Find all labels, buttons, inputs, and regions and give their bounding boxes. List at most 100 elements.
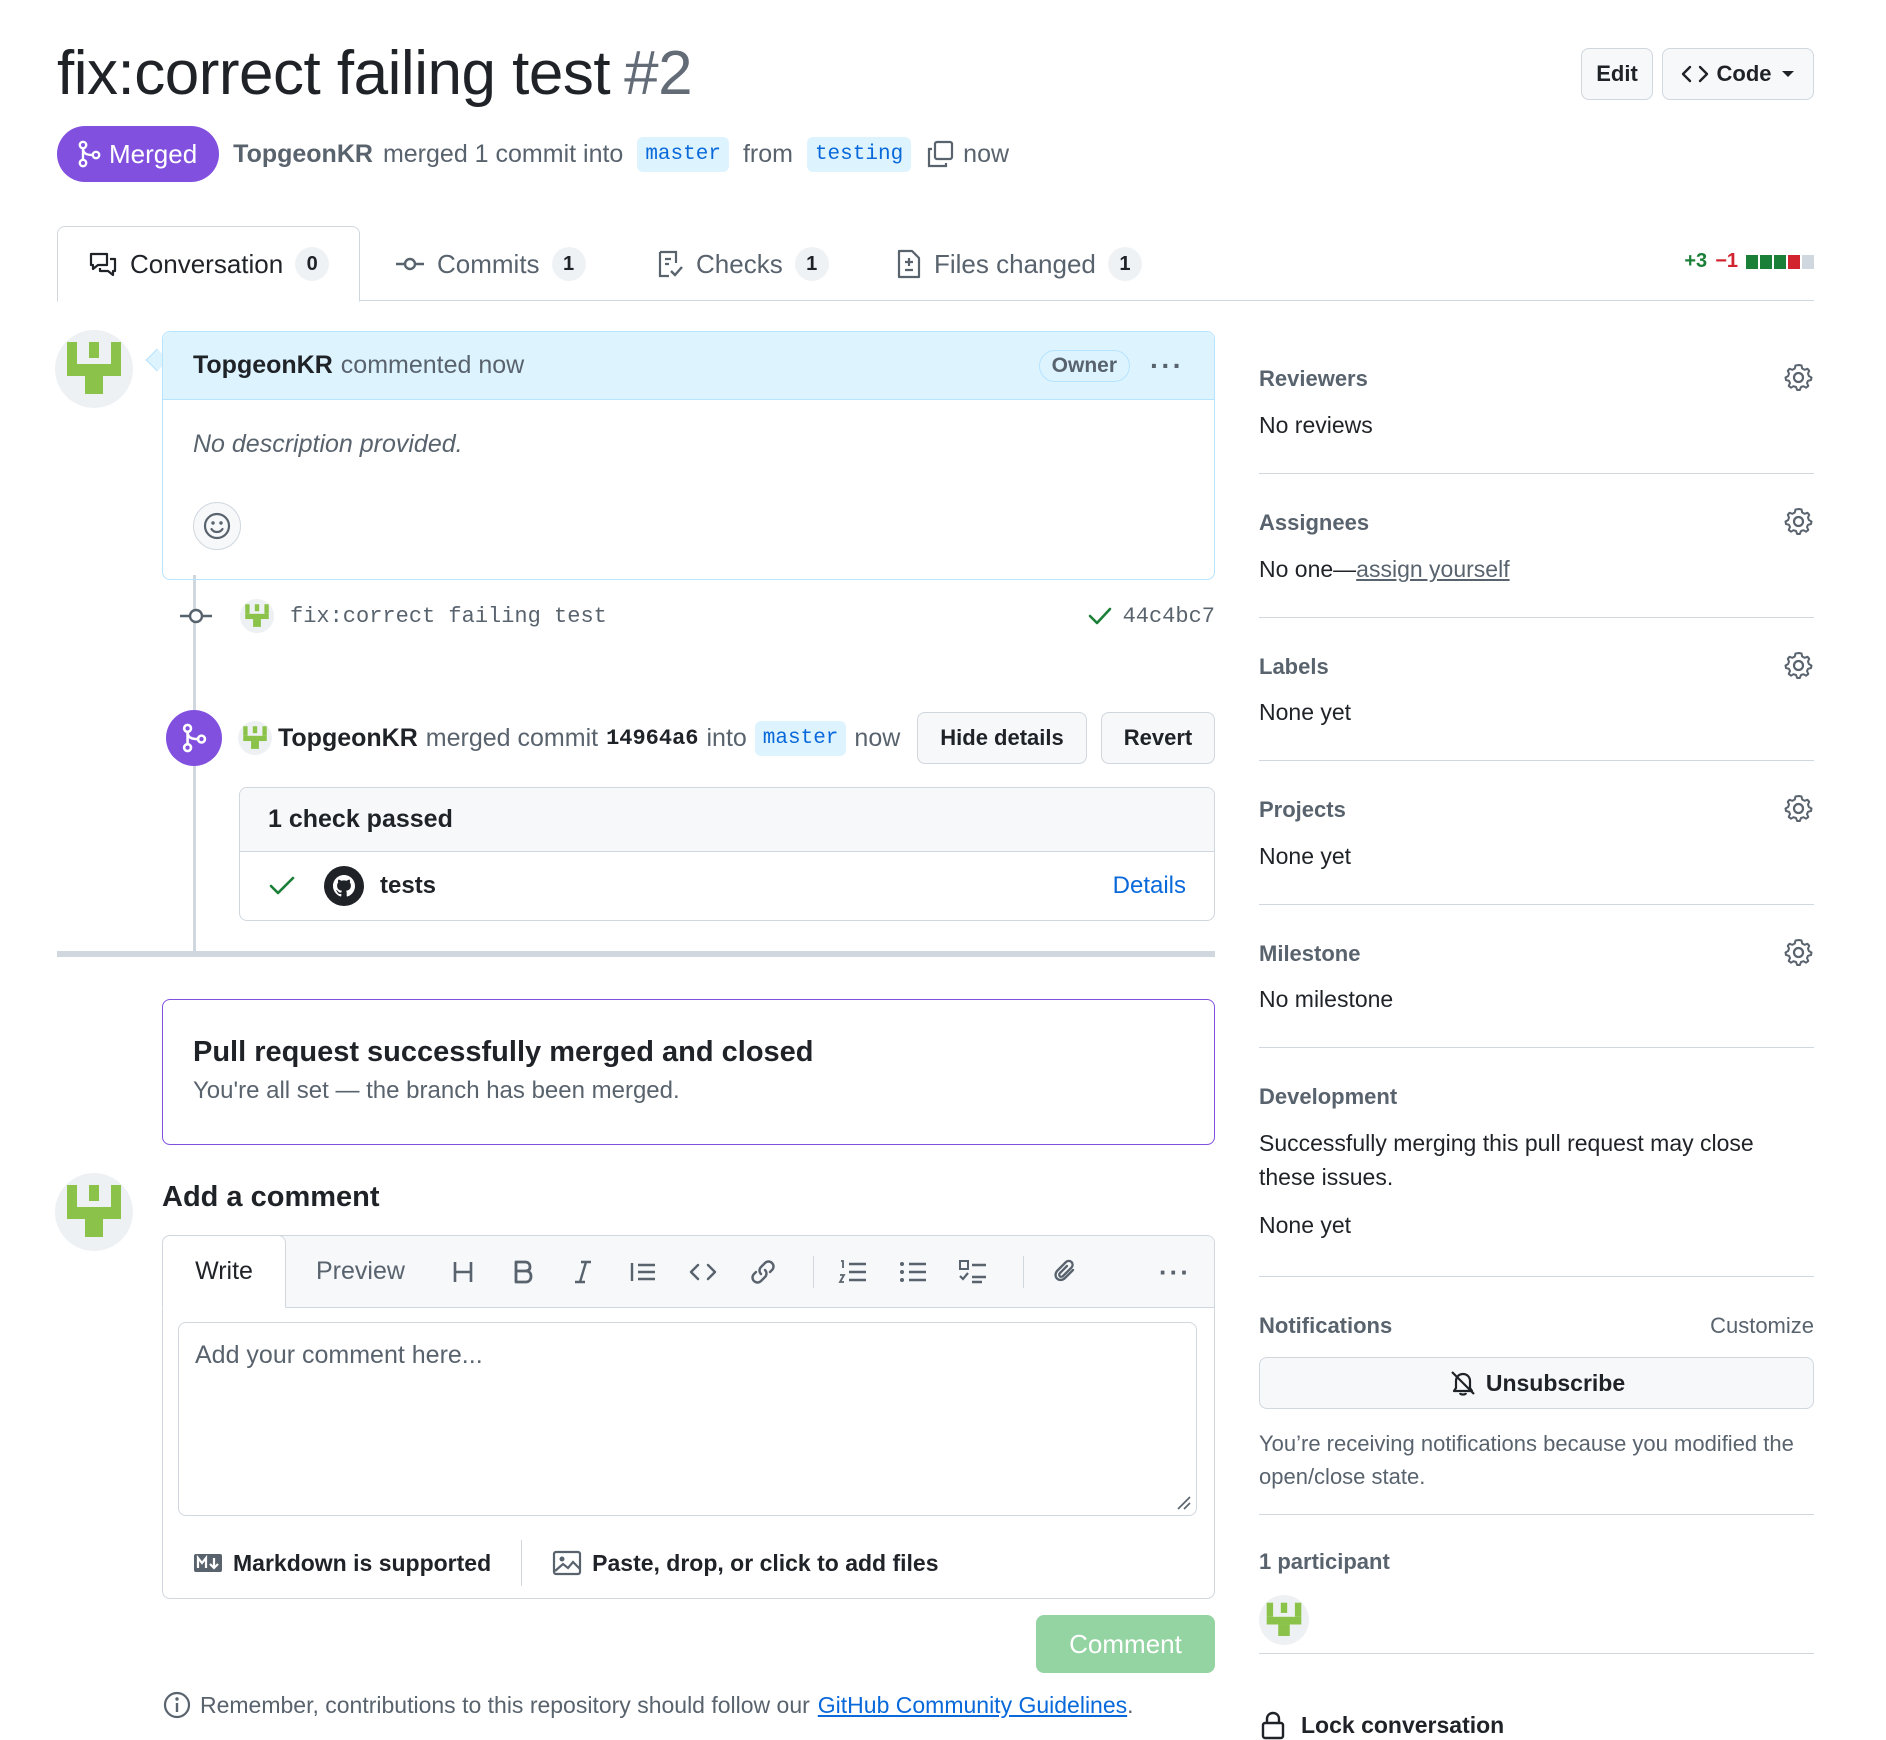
gear-icon[interactable] (1784, 506, 1814, 536)
tab-write[interactable]: Write (162, 1235, 286, 1308)
tab-files-changed-count: 1 (1107, 247, 1142, 281)
remember-text: Remember, contributions to this reposito… (200, 1691, 810, 1718)
pr-time: now (963, 139, 1010, 168)
check-details-link[interactable]: Details (1113, 872, 1186, 900)
kebab-horizontal-icon[interactable]: ··· (1155, 1254, 1195, 1290)
comment-textarea[interactable]: Add your comment here... (178, 1322, 1197, 1516)
attach-files-area[interactable]: Paste, drop, or click to add files (522, 1549, 939, 1577)
unordered-list-icon[interactable] (895, 1254, 931, 1290)
community-guidelines-note: Remember, contributions to this reposito… (162, 1690, 1134, 1720)
notifications-title: Notifications (1259, 1313, 1393, 1338)
gear-icon[interactable] (1784, 793, 1814, 823)
markdown-supported-link[interactable]: Markdown is supported (163, 1540, 523, 1586)
assignees-value: No one—assign yourself (1259, 552, 1510, 586)
task-list-icon[interactable] (955, 1254, 991, 1290)
caret-down-icon (1781, 71, 1794, 77)
check-icon (269, 876, 295, 895)
tab-files-changed-label: Files changed (934, 248, 1096, 279)
avatar[interactable] (55, 1173, 133, 1251)
comment-placeholder: Add your comment here... (195, 1341, 483, 1369)
hide-details-button[interactable]: Hide details (917, 712, 1087, 764)
assignees-none: No one— (1259, 556, 1357, 582)
milestone-title: Milestone (1259, 941, 1361, 966)
tab-conversation-count: 0 (295, 247, 330, 281)
add-comment-title: Add a comment (162, 1181, 380, 1213)
info-icon (163, 1691, 191, 1719)
lock-conversation-link[interactable]: Lock conversation (1259, 1710, 1504, 1740)
avatar[interactable] (238, 721, 272, 755)
check-item: tests Details (240, 852, 1214, 920)
assign-yourself-link[interactable]: assign yourself (1356, 556, 1509, 582)
tab-write-label: Write (195, 1257, 253, 1285)
check-icon (1088, 607, 1111, 625)
customize-link[interactable]: Customize (1710, 1313, 1814, 1339)
merge-commit-sha-link[interactable]: 14964a6 (606, 726, 698, 751)
edit-button[interactable]: Edit (1581, 48, 1653, 100)
tab-files-changed[interactable]: Files changed 1 (896, 226, 1142, 302)
ordered-list-icon[interactable] (835, 1254, 871, 1290)
add-reaction-button[interactable] (193, 502, 241, 550)
git-commit-icon (180, 608, 212, 624)
editor-toolbar: Write Preview ··· (162, 1235, 1214, 1308)
comment-submit-button[interactable]: Comment (1036, 1615, 1215, 1673)
merge-time: now (854, 723, 901, 752)
merge-base-branch[interactable]: master (754, 720, 847, 756)
head-branch[interactable]: testing (806, 136, 912, 172)
bold-icon[interactable] (505, 1254, 541, 1290)
kebab-horizontal-icon[interactable]: ··· (1150, 350, 1184, 382)
copy-icon[interactable] (925, 139, 955, 169)
code-button[interactable]: Code (1662, 48, 1814, 100)
heading-icon[interactable] (445, 1254, 481, 1290)
merge-author-link[interactable]: TopgeonKR (278, 724, 418, 753)
avatar[interactable] (55, 330, 133, 408)
resize-handle-icon[interactable] (1174, 1493, 1192, 1511)
merge-status-box: Pull request successfully merged and clo… (162, 999, 1215, 1145)
merge-text: merged commit (425, 723, 599, 752)
sidebar-milestone: Milestone No milestone (1259, 905, 1814, 1048)
commit-sha-link[interactable]: 44c4bc7 (1123, 604, 1215, 629)
gear-icon[interactable] (1784, 937, 1814, 967)
pr-title: fix:correct failing test #2 (57, 38, 693, 109)
sidebar-participants: 1 participant (1259, 1515, 1814, 1654)
pr-tabs: Conversation 0 Commits 1 Checks 1 Files … (57, 226, 1814, 302)
participant-avatar[interactable] (1259, 1595, 1309, 1645)
diffstat: +3 −1 (1684, 250, 1814, 273)
merged-state-badge: Merged (57, 126, 220, 182)
base-branch[interactable]: master (637, 136, 729, 172)
avatar[interactable] (240, 599, 274, 633)
notifications-note: You’re receiving notifications because y… (1259, 1431, 1794, 1489)
tab-checks[interactable]: Checks 1 (656, 226, 829, 302)
unsubscribe-button[interactable]: Unsubscribe (1259, 1357, 1814, 1409)
code-icon (1681, 65, 1708, 83)
paperclip-icon[interactable] (1048, 1254, 1084, 1290)
comment-author[interactable]: TopgeonKR (193, 351, 333, 380)
quote-icon[interactable] (625, 1254, 661, 1290)
community-guidelines-link[interactable]: GitHub Community Guidelines (818, 1692, 1127, 1719)
code-icon[interactable] (685, 1254, 721, 1290)
comment-body: No description provided. (193, 430, 463, 458)
tab-checks-label: Checks (696, 248, 783, 279)
pr-title-text: fix:correct failing test (57, 39, 611, 108)
unsubscribe-label: Unsubscribe (1485, 1369, 1626, 1396)
tab-conversation-label: Conversation (130, 248, 284, 279)
pr-author-link[interactable]: TopgeonKR (233, 140, 373, 169)
gear-icon[interactable] (1784, 362, 1814, 392)
assignees-title: Assignees (1259, 510, 1370, 535)
italic-icon[interactable] (565, 1254, 601, 1290)
pr-state-row: Merged TopgeonKR merged 1 commit into ma… (57, 126, 1009, 182)
diffstat-additions: +3 (1684, 250, 1708, 272)
link-icon[interactable] (745, 1254, 781, 1290)
commit-message-link[interactable]: fix:correct failing test (290, 604, 607, 629)
lock-icon (1261, 1711, 1285, 1740)
merge-status-title: Pull request successfully merged and clo… (193, 1036, 814, 1068)
code-label: Code (1716, 61, 1772, 86)
gear-icon[interactable] (1784, 650, 1814, 680)
checks-header: 1 check passed (240, 788, 1214, 852)
comment-submit-label: Comment (1069, 1628, 1182, 1659)
tab-conversation[interactable]: Conversation 0 (57, 226, 361, 302)
revert-button[interactable]: Revert (1101, 712, 1215, 764)
sidebar-notifications: Notifications Customize Unsubscribe You’… (1259, 1277, 1814, 1515)
merge-event: TopgeonKR merged commit 14964a6 into mas… (166, 710, 1215, 766)
tab-preview[interactable]: Preview (316, 1235, 405, 1308)
tab-commits[interactable]: Commits 1 (395, 226, 586, 302)
